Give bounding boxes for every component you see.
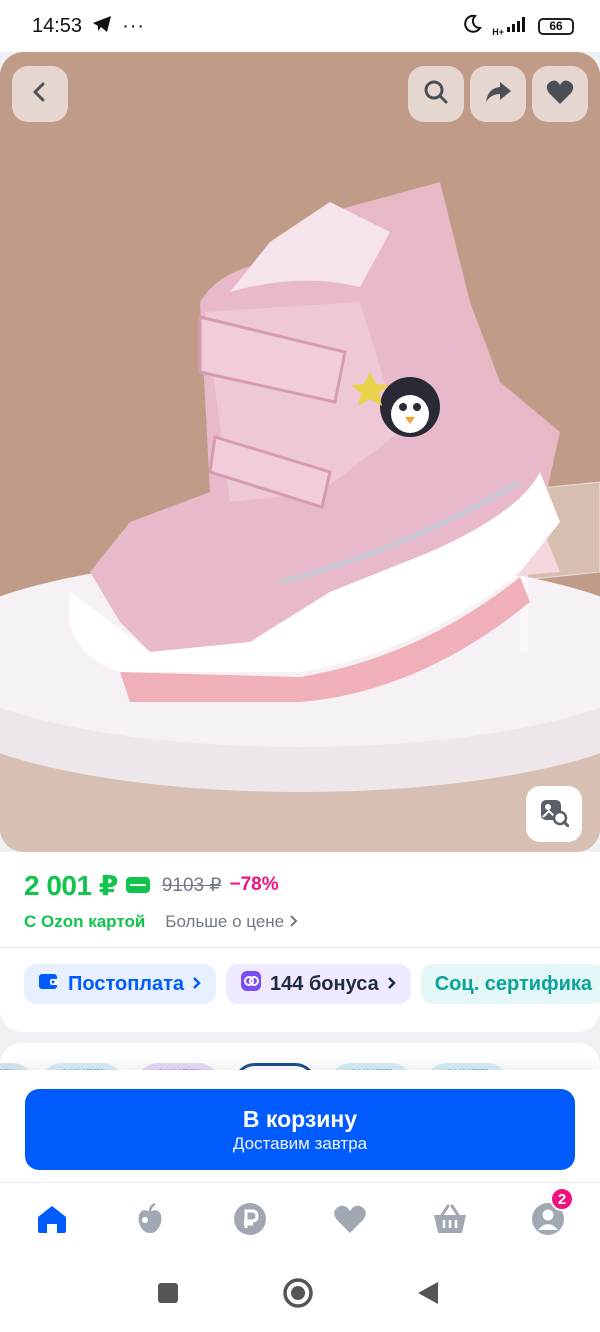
ozon-card-icon xyxy=(125,877,150,893)
more-notifications: ··· xyxy=(122,14,146,37)
share-button[interactable] xyxy=(470,66,526,122)
more-about-price-label: Больше о цене xyxy=(165,912,285,931)
product-image-gallery[interactable] xyxy=(0,52,600,852)
paper-plane-icon xyxy=(92,15,112,38)
nav-profile[interactable]: 2 xyxy=(528,1187,574,1241)
heart-icon xyxy=(333,1204,367,1239)
bonus-icon xyxy=(240,970,262,998)
chip-postpay[interactable]: Постоплата xyxy=(24,964,217,1004)
chip-bonus[interactable]: 144 бонуса xyxy=(226,964,411,1004)
price-block: 2 001 ₽ 9103 ₽ −78% С Ozon картой Больше… xyxy=(0,852,600,947)
favorite-button[interactable] xyxy=(532,66,588,122)
chevron-right-icon xyxy=(192,973,202,996)
nav-fresh[interactable] xyxy=(130,1201,170,1241)
network-type: H+ xyxy=(492,26,504,37)
image-search-icon xyxy=(539,797,570,832)
home-system-button[interactable] xyxy=(283,1277,313,1310)
ruble-icon xyxy=(233,1202,267,1241)
visual-search-button[interactable] xyxy=(526,786,582,842)
nav-cart[interactable] xyxy=(430,1201,470,1241)
back-system-button[interactable] xyxy=(413,1280,443,1310)
recent-apps-button[interactable] xyxy=(153,1280,183,1310)
discount-badge: −78% xyxy=(229,874,279,895)
triangle-back-icon xyxy=(416,1280,440,1311)
wallet-icon xyxy=(38,971,60,997)
chevron-right-icon xyxy=(387,973,397,996)
search-icon xyxy=(423,79,449,110)
status-time: 14:53 xyxy=(32,14,83,37)
nav-home[interactable] xyxy=(32,1201,72,1241)
benefit-chips: Постоплата 144 бонуса Соц. сертифика xyxy=(0,947,600,1032)
moon-icon xyxy=(462,14,483,39)
nav-favorites[interactable] xyxy=(330,1201,370,1241)
battery-indicator: 66 xyxy=(538,17,574,35)
square-icon xyxy=(156,1281,180,1310)
system-navigation xyxy=(0,1262,600,1332)
heart-icon xyxy=(546,79,574,110)
delivery-label: Доставим завтра xyxy=(232,1133,368,1153)
status-bar: 14:53 ··· H+ 66 xyxy=(0,0,600,52)
chip-social-certificate[interactable]: Соц. сертифика xyxy=(420,964,600,1004)
signal-icon xyxy=(506,16,528,37)
add-to-cart-bar: В корзину Доставим завтра xyxy=(0,1070,600,1182)
add-to-cart-button[interactable]: В корзину Доставим завтра xyxy=(25,1089,575,1170)
basket-icon xyxy=(432,1203,468,1240)
current-price: 2 001 ₽ xyxy=(24,869,118,901)
nav-finance[interactable] xyxy=(230,1201,270,1241)
ozon-card-label: С Ozon картой xyxy=(24,912,146,931)
more-about-price-link[interactable]: Больше о цене xyxy=(165,912,299,932)
bottom-navigation: 2 xyxy=(0,1182,600,1263)
home-icon xyxy=(35,1203,69,1240)
search-button[interactable] xyxy=(408,66,464,122)
chip-bonus-label: 144 бонуса xyxy=(270,972,379,995)
add-to-cart-label: В корзину xyxy=(242,1105,358,1132)
chevron-right-icon xyxy=(289,912,299,931)
chevron-left-icon xyxy=(29,81,51,108)
product-photo xyxy=(0,52,600,852)
circle-icon xyxy=(282,1277,314,1314)
old-price: 9103 ₽ xyxy=(161,874,222,896)
back-button[interactable] xyxy=(12,66,68,122)
chip-social-certificate-label: Соц. сертифика xyxy=(434,972,593,995)
chip-postpay-label: Постоплата xyxy=(68,972,185,995)
share-arrow-icon xyxy=(484,80,512,109)
apple-icon xyxy=(134,1202,166,1240)
profile-badge: 2 xyxy=(550,1187,574,1211)
